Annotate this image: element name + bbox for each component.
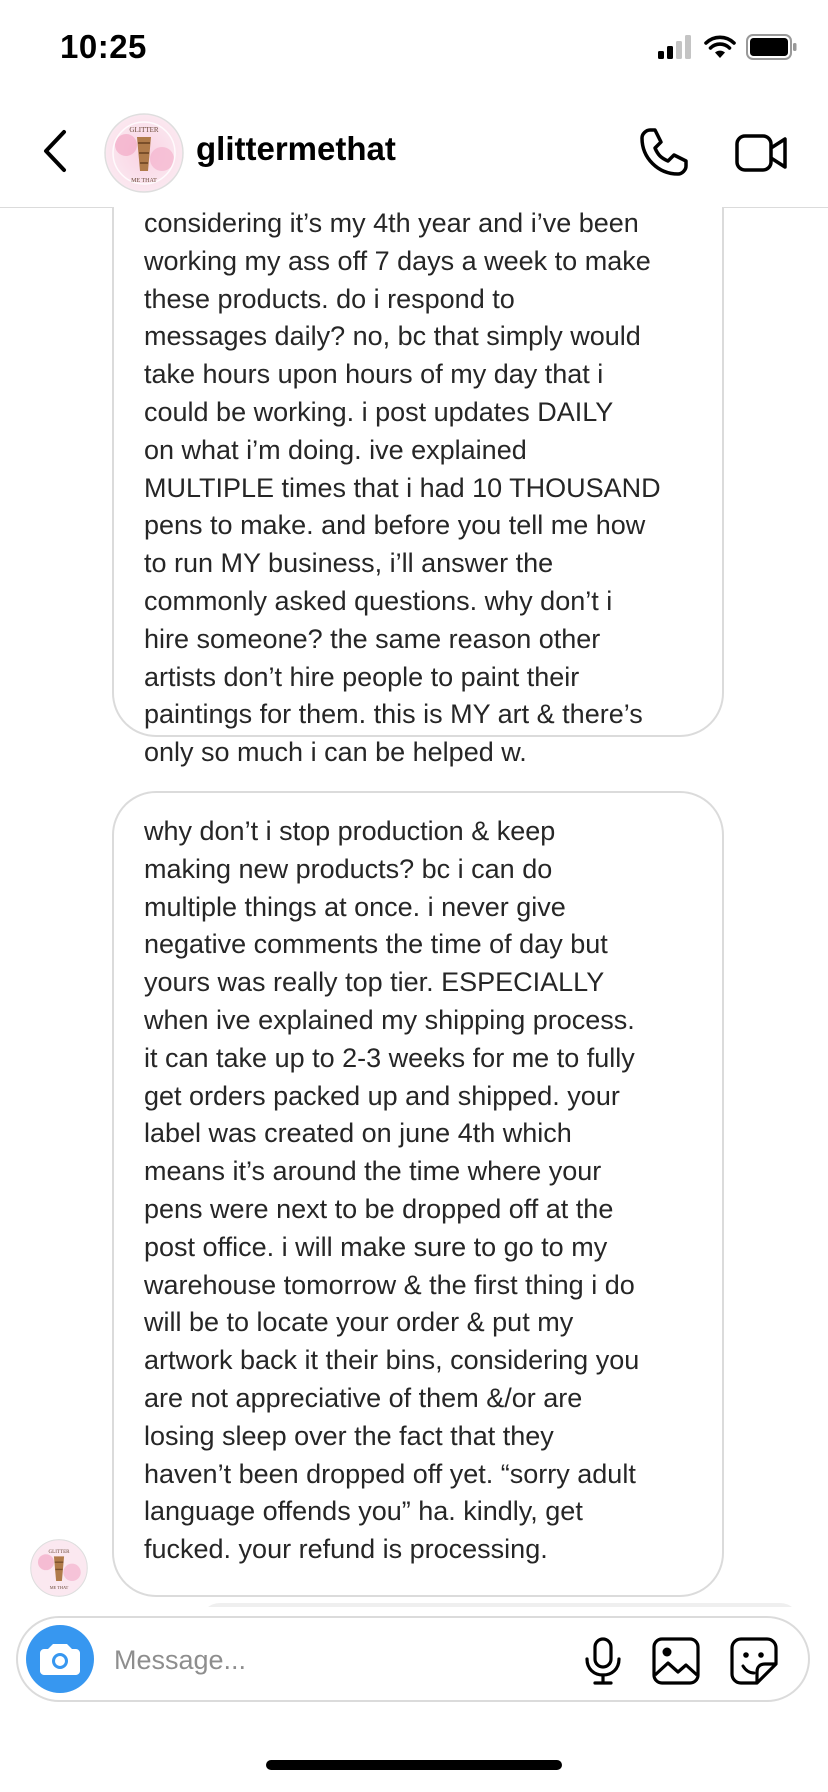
message-line: are not appreciative of them &/or are <box>144 1382 583 1413</box>
message-line: only so much i can be helped w. <box>144 737 527 768</box>
message-line: paintings for them. this is MY art & the… <box>144 699 643 730</box>
message-line: multiple things at once. i never give <box>144 891 566 922</box>
message-line: warehouse tomorrow & the first thing i d… <box>144 1269 635 1300</box>
message-line: will be to locate your order & put my <box>144 1307 574 1338</box>
message-line: hire someone? the same reason other <box>144 623 601 654</box>
message-line: on what i’m doing. ive explained <box>144 434 527 465</box>
call-button[interactable] <box>636 124 692 180</box>
sticker-button[interactable] <box>729 1636 779 1686</box>
chevron-left-icon <box>44 130 66 172</box>
message-line: these products. do i respond to <box>144 283 515 314</box>
microphone-button[interactable] <box>580 1636 626 1686</box>
message-line: fucked. your refund is processing. <box>144 1534 548 1565</box>
message-line: take hours upon hours of my day that i <box>144 359 604 390</box>
message-line: MULTIPLE times that i had 10 THOUSAND <box>144 472 661 503</box>
sender-avatar-text-bottom: ME THAT <box>50 1585 69 1590</box>
signal-icon <box>658 35 691 59</box>
message-bubble[interactable]: considering it’s my 4th year and i’ve be… <box>112 207 724 767</box>
home-indicator <box>266 1760 562 1770</box>
image-icon <box>652 1637 700 1685</box>
message-line: making new products? bc i can do <box>144 853 553 884</box>
avatar[interactable]: GLITTER ME THAT <box>104 113 184 193</box>
message-input[interactable] <box>112 1636 496 1684</box>
message-line: yours was really top tier. ESPECIALLY <box>144 967 605 998</box>
message-line: pens were next to be dropped off at the <box>144 1193 614 1224</box>
camera-icon <box>40 1644 80 1675</box>
video-camera-icon <box>735 134 787 172</box>
message-line: working my ass off 7 days a week to make <box>144 245 651 276</box>
back-button[interactable] <box>36 126 76 176</box>
battery-icon <box>746 34 797 60</box>
message-thread[interactable]: considering it’s my 4th year and i’ve be… <box>0 207 828 1607</box>
camera-button[interactable] <box>26 1625 94 1693</box>
message-line: to run MY business, i’ll answer the <box>144 548 554 579</box>
message-line: commonly asked questions. why don’t i <box>144 585 613 616</box>
sender-avatar[interactable]: GLITTER ME THAT <box>30 1539 88 1597</box>
phone-icon <box>640 128 688 176</box>
status-icons <box>658 34 798 60</box>
next-message-peek <box>200 1603 800 1607</box>
message-line: means it’s around the time where your <box>144 1156 602 1187</box>
microphone-icon <box>585 1637 621 1685</box>
status-time: 10:25 <box>60 28 147 65</box>
message-line: considering it’s my 4th year and i’ve be… <box>144 208 639 238</box>
message-line: negative comments the time of day but <box>144 929 608 960</box>
message-composer <box>16 1616 810 1702</box>
message-line: haven’t been dropped off yet. “sorry adu… <box>144 1458 636 1489</box>
message-line: pens to make. and before you tell me how <box>144 510 646 541</box>
status-bar: 10:25 <box>0 0 828 100</box>
chat-header: GLITTER ME THAT glittermethat <box>0 100 828 208</box>
username[interactable]: glittermethat <box>196 130 396 168</box>
sender-avatar-text-top: GLITTER <box>48 1549 70 1555</box>
message-bubble[interactable]: why don’t i stop production & keep makin… <box>112 791 724 1597</box>
message-line: losing sleep over the fact that they <box>144 1420 554 1451</box>
avatar-text-top: GLITTER <box>129 126 158 134</box>
message-line: messages daily? no, bc that simply would <box>144 321 641 352</box>
avatar-text-bottom: ME THAT <box>131 178 157 184</box>
message-line: when ive explained my shipping process. <box>144 1004 635 1035</box>
message-line: label was created on june 4th which <box>144 1118 572 1149</box>
video-call-button[interactable] <box>734 126 790 182</box>
message-line: it can take up to 2-3 weeks for me to fu… <box>144 1042 635 1073</box>
wifi-icon <box>704 35 736 58</box>
gallery-button[interactable] <box>651 1636 701 1686</box>
message-line: why don’t i stop production & keep <box>144 816 556 846</box>
message-line: get orders packed up and shipped. your <box>144 1080 620 1111</box>
message-line: artwork back it their bins, considering … <box>144 1345 640 1376</box>
sticker-icon <box>730 1637 778 1685</box>
message-line: artists don’t hire people to paint their <box>144 661 580 692</box>
message-line: language offends you” ha. kindly, get <box>144 1496 583 1527</box>
message-line: could be working. i post updates DAILY <box>144 396 614 427</box>
message-line: post office. i will make sure to go to m… <box>144 1231 608 1262</box>
